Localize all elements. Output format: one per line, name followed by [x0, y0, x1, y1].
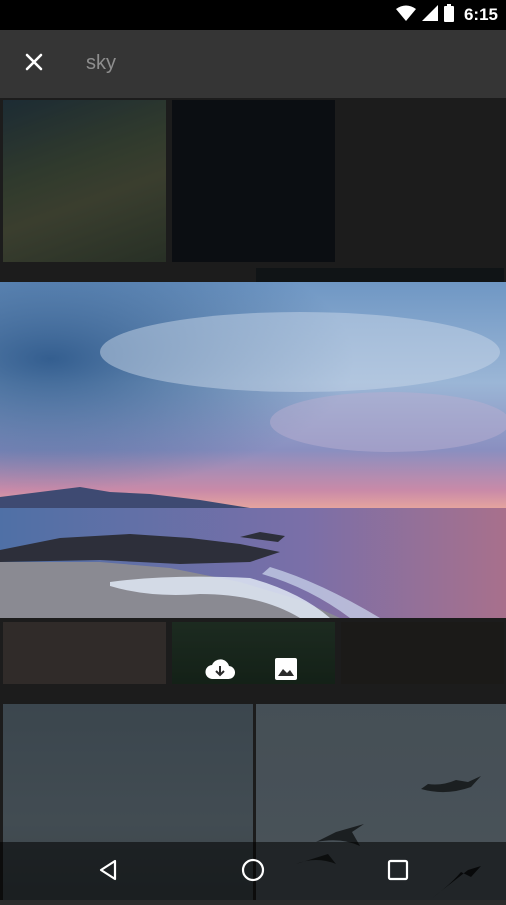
result-thumbnail[interactable]: [256, 268, 504, 282]
system-navigation-bar: [0, 842, 506, 900]
result-thumbnail[interactable]: [3, 622, 166, 684]
image-action-bar: [204, 652, 302, 690]
back-button[interactable]: [92, 856, 124, 888]
cell-signal-icon: [421, 4, 438, 26]
image-icon: [275, 657, 297, 685]
expanded-image[interactable]: [0, 282, 506, 618]
result-thumbnail[interactable]: [172, 100, 335, 262]
status-bar: 6:15: [0, 0, 506, 30]
close-button[interactable]: [14, 44, 54, 84]
search-query-text[interactable]: sky: [86, 52, 116, 75]
cloud-download-icon: [205, 658, 236, 685]
status-icons: 6:15: [395, 0, 498, 30]
download-button[interactable]: [204, 655, 236, 687]
set-wallpaper-button[interactable]: [270, 655, 302, 687]
close-icon: [25, 53, 43, 76]
result-thumbnail[interactable]: [3, 100, 166, 262]
home-button[interactable]: [237, 856, 269, 888]
back-icon: [97, 859, 119, 886]
wifi-icon: [395, 5, 416, 26]
recents-button[interactable]: [382, 856, 414, 888]
search-app-bar: sky: [0, 30, 506, 98]
recents-icon: [387, 859, 409, 886]
home-icon: [241, 858, 265, 887]
clock-time: 6:15: [463, 5, 498, 24]
result-thumbnail[interactable]: [341, 622, 504, 684]
battery-icon: [443, 3, 454, 27]
